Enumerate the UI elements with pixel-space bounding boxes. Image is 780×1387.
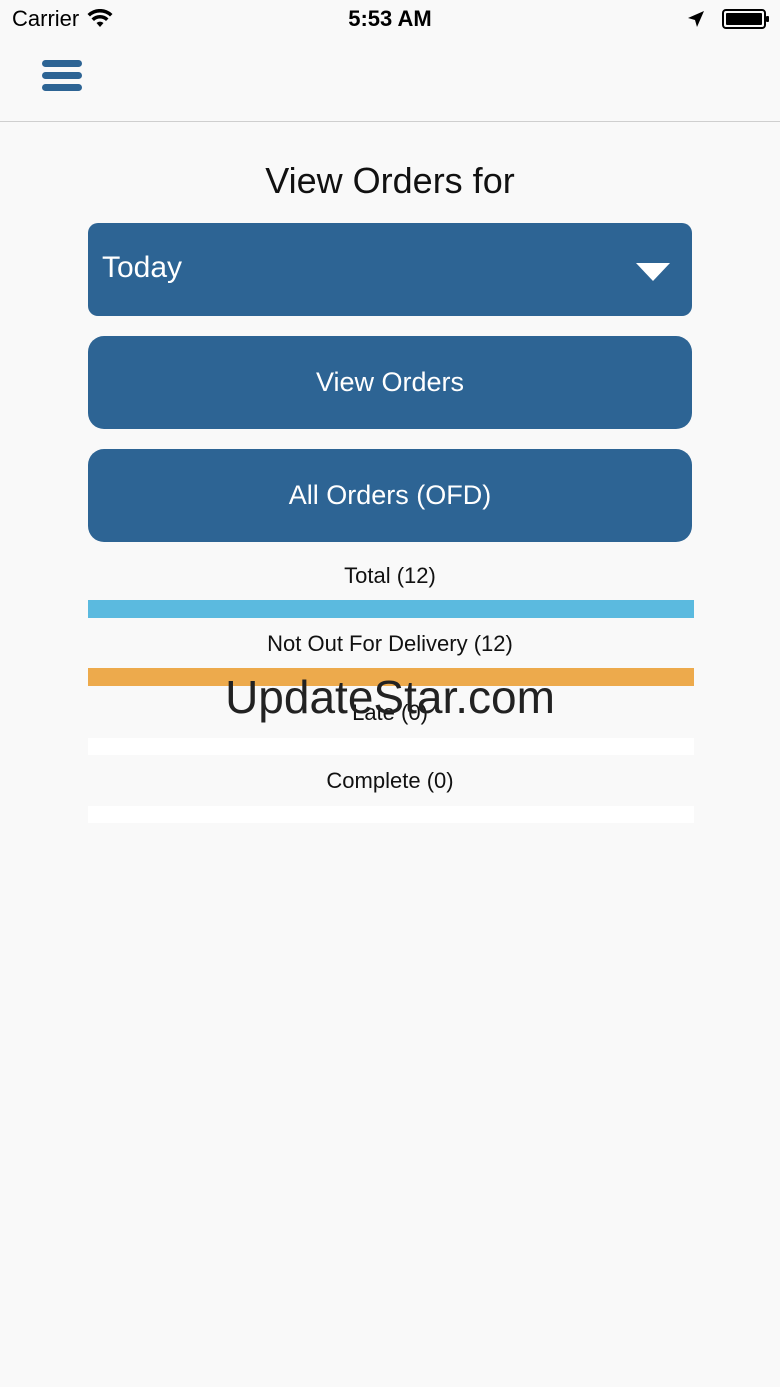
date-range-dropdown[interactable]: Today (88, 223, 692, 316)
status-bar: Carrier 5:53 AM (0, 0, 780, 40)
nav-bar (0, 40, 780, 122)
stat-total-label[interactable]: Total (12) (88, 563, 692, 589)
battery-icon (722, 9, 769, 29)
stat-not-out-for-delivery-bar[interactable] (88, 668, 694, 686)
view-orders-button[interactable]: View Orders (88, 336, 692, 429)
dropdown-selected-value: Today (102, 251, 183, 284)
status-right-icons (686, 8, 770, 30)
stat-complete-bar[interactable] (88, 806, 694, 823)
stat-complete-label[interactable]: Complete (0) (88, 768, 692, 794)
all-orders-ofd-button[interactable]: All Orders (OFD) (88, 449, 692, 542)
stat-late-bar[interactable] (88, 738, 694, 755)
status-time: 5:53 AM (348, 6, 432, 31)
stat-total-bar[interactable] (88, 600, 694, 618)
hamburger-menu-icon[interactable] (40, 58, 84, 102)
chevron-down-icon (636, 263, 670, 281)
location-icon (688, 11, 704, 27)
stat-late-label[interactable]: Late (0) (88, 700, 692, 726)
stat-not-out-for-delivery-label[interactable]: Not Out For Delivery (12) (88, 631, 692, 657)
page-title: View Orders for (265, 160, 515, 201)
